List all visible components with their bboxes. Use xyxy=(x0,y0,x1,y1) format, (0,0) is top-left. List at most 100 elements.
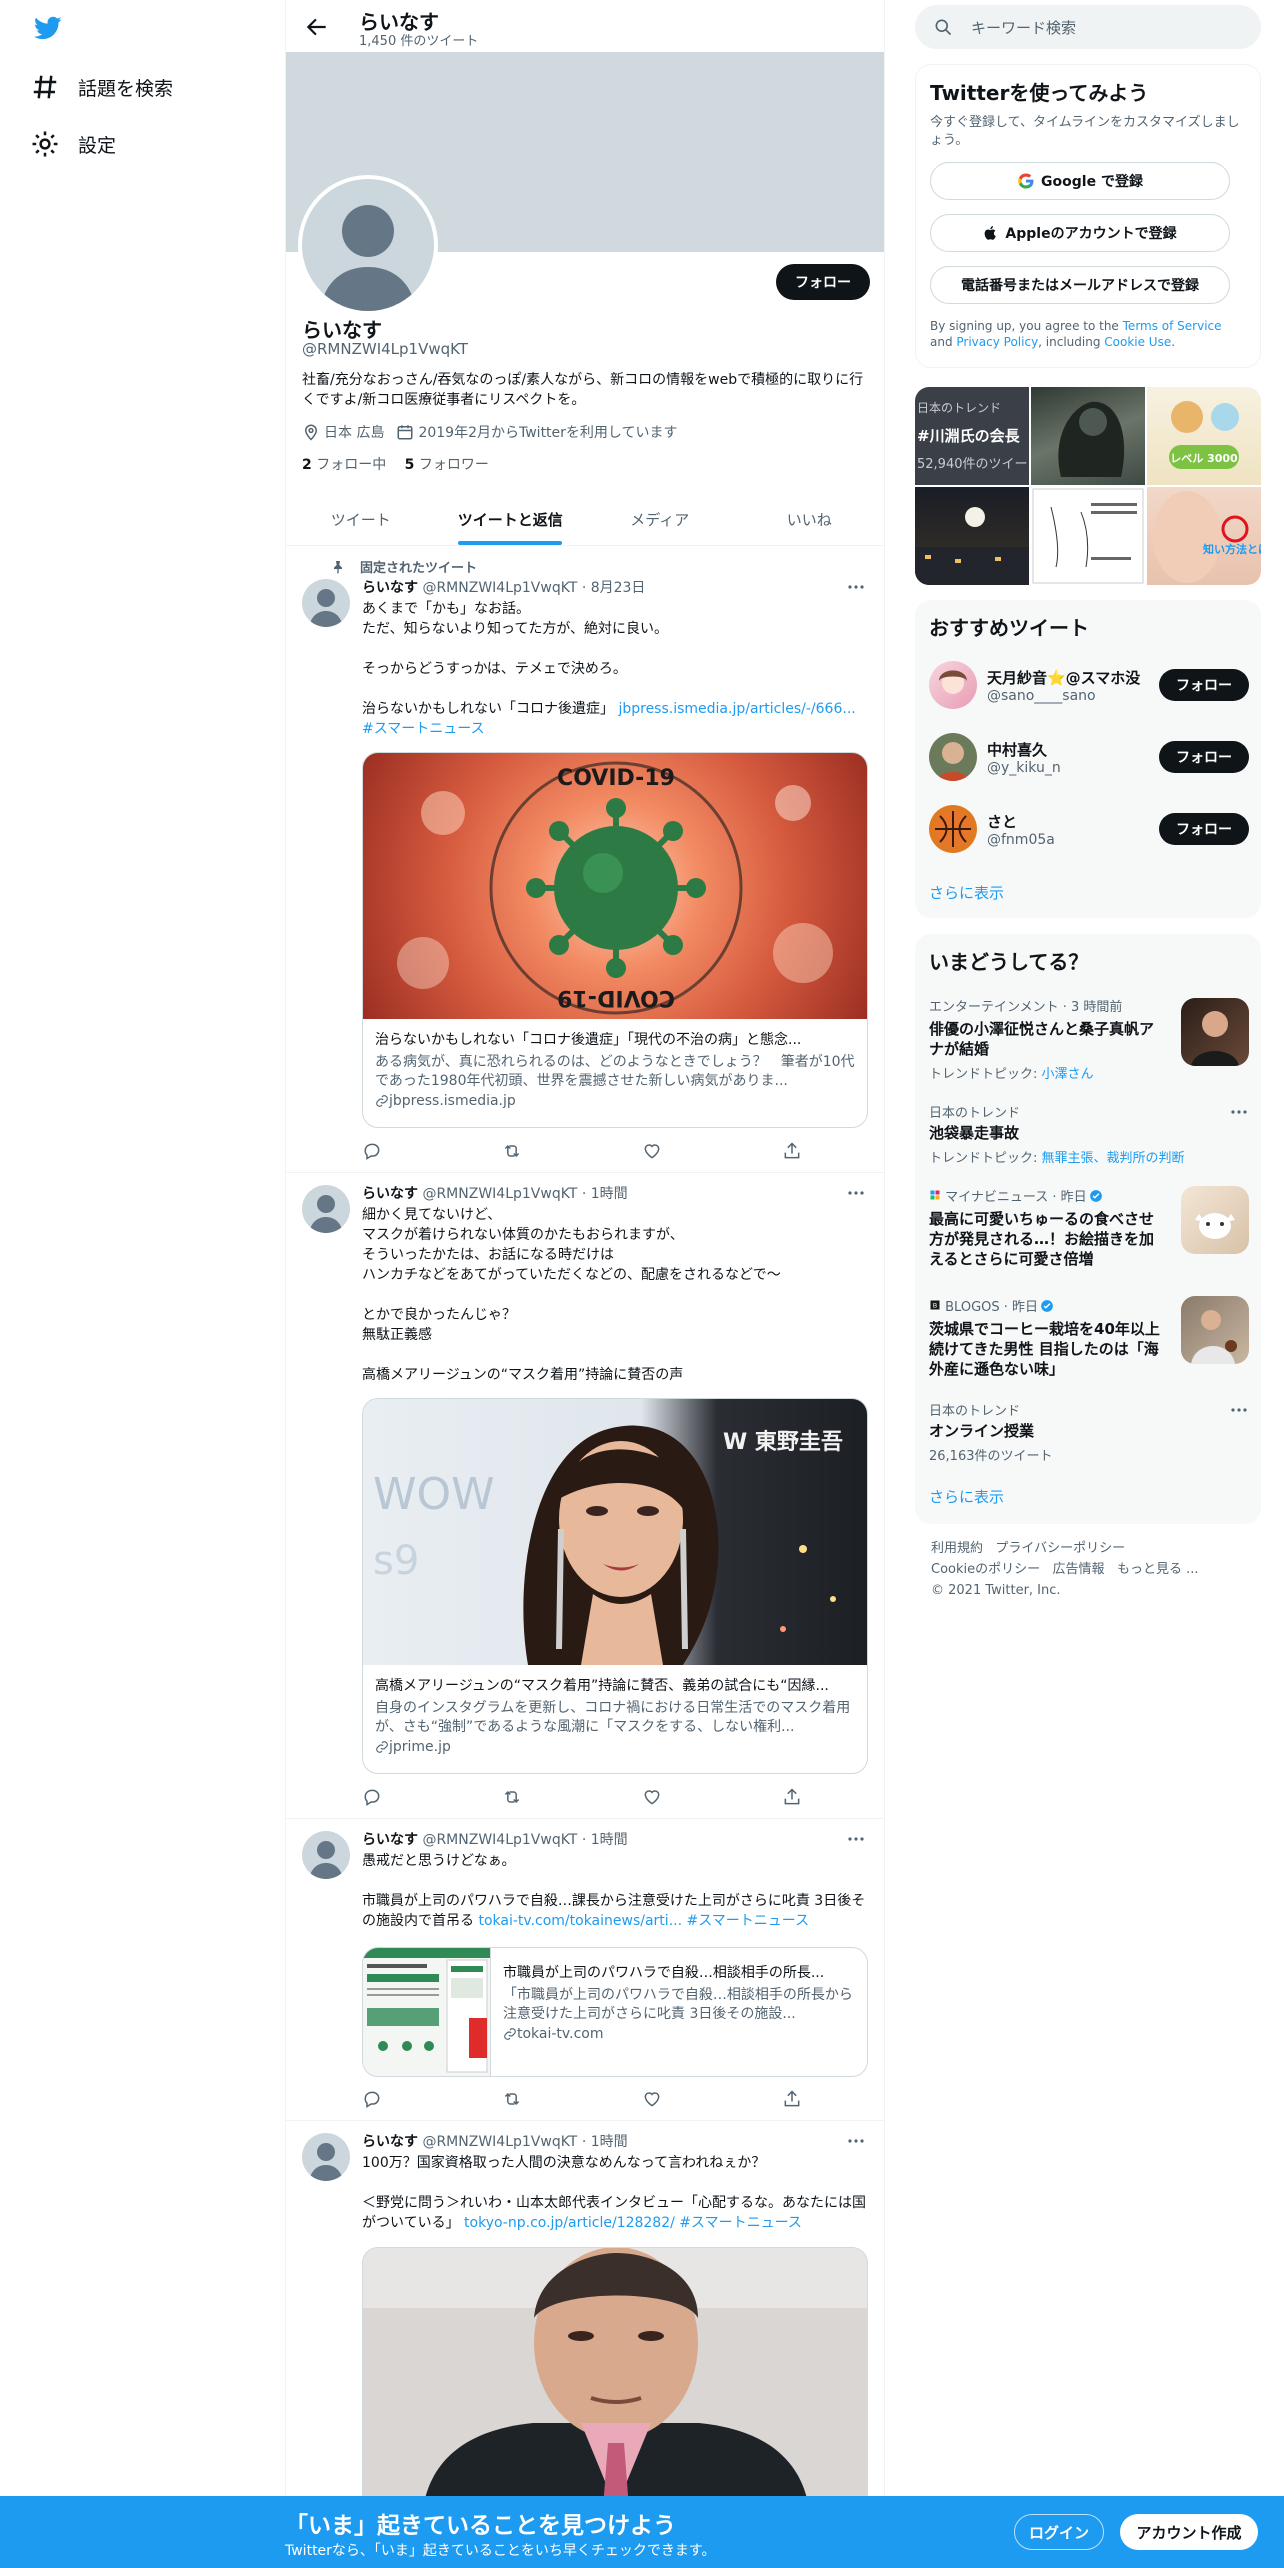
nav-settings[interactable]: 設定 xyxy=(30,124,116,164)
media-tile[interactable]: レベル 3000 xyxy=(1147,387,1261,485)
reply-icon[interactable] xyxy=(362,2089,382,2109)
tweet-header: らいなす @RMNZWI4Lp1VwqKT · 1時間 xyxy=(362,1829,628,1849)
tweet[interactable]: らいなす @RMNZWI4Lp1VwqKT · 1時間 100万？国家資格取った… xyxy=(286,2121,884,2507)
search-input[interactable]: キーワード検索 xyxy=(971,17,1076,38)
tweet-avatar[interactable] xyxy=(302,1831,350,1879)
tweet-time[interactable]: · 8月23日 xyxy=(582,580,646,596)
signup-button[interactable]: アカウント作成 xyxy=(1120,2514,1258,2550)
share-icon[interactable] xyxy=(782,2089,802,2109)
follow-suggestion[interactable]: 中村喜久 @y_kiku_n フォロー xyxy=(929,730,1249,784)
like-icon[interactable] xyxy=(642,1787,662,1807)
footer-privacy[interactable]: プライバシーポリシー xyxy=(995,1541,1125,1556)
tweet-author-name[interactable]: らいなす xyxy=(362,580,418,596)
terms-link[interactable]: Terms of Service xyxy=(1123,319,1222,333)
tab-likes[interactable]: いいね xyxy=(735,494,885,545)
trend-item[interactable]: エンターテインメント · 3 時間前 俳優の小澤征悦さんと桑子真帆アナが結婚 ト… xyxy=(929,996,1249,1086)
tweet-avatar[interactable] xyxy=(302,2133,350,2181)
trend-item[interactable]: B BLOGOS · 昨日 茨城県でコーヒー栽培を40年以上続けてきた男性 目指… xyxy=(929,1296,1249,1392)
follow-button[interactable]: フォロー xyxy=(1159,813,1249,845)
tweet-avatar[interactable] xyxy=(302,579,350,627)
footer-more[interactable]: もっと見る ... xyxy=(1117,1562,1199,1577)
retweet-icon[interactable] xyxy=(502,1787,522,1807)
reply-icon[interactable] xyxy=(362,1141,382,1161)
avatar[interactable] xyxy=(929,661,977,709)
profile-column: らいなす 1,450 件のツイート フォロー らいなす @RMNZWI4Lp1V… xyxy=(285,0,885,2568)
retweet-icon[interactable] xyxy=(502,1141,522,1161)
media-trend-tile[interactable]: 日本のトレンド #川淵氏の会長 52,940件のツイー xyxy=(915,387,1029,485)
share-icon[interactable] xyxy=(782,1787,802,1807)
avatar[interactable] xyxy=(929,733,977,781)
verified-icon xyxy=(1089,1190,1102,1202)
media-tile[interactable] xyxy=(1031,387,1145,485)
link-card[interactable]: 市職員が上司のパワハラで自殺…相談相手の所長... 「市職員が上司のパワハラで自… xyxy=(362,1947,868,2077)
follow-button[interactable]: フォロー xyxy=(1159,741,1249,773)
avatar[interactable] xyxy=(929,805,977,853)
login-button[interactable]: ログイン xyxy=(1014,2514,1104,2550)
more-icon[interactable] xyxy=(846,2131,866,2151)
search-bar[interactable]: キーワード検索 xyxy=(915,5,1261,49)
link-card[interactable]: WOW s9 W 東野圭吾 高橋メアリージュンの“マスク着用”持論に賛否、義弟の… xyxy=(362,1398,868,1774)
privacy-link[interactable]: Privacy Policy xyxy=(956,335,1038,349)
reply-icon[interactable] xyxy=(362,1787,382,1807)
follow-button[interactable]: フォロー xyxy=(1159,669,1249,701)
media-tile[interactable] xyxy=(1031,487,1145,585)
media-tile[interactable]: 知い方法とは xyxy=(1147,487,1261,585)
tweet[interactable]: らいなす @RMNZWI4Lp1VwqKT · 1時間 細かく見てないけど、 マ… xyxy=(286,1173,884,1819)
more-icon[interactable] xyxy=(846,1829,866,1849)
apple-signup-button[interactable]: Appleのアカウントで登録 xyxy=(930,214,1230,252)
trending-media-grid[interactable]: 日本のトレンド #川淵氏の会長 52,940件のツイー レベル 3000 知い方… xyxy=(915,387,1261,585)
tab-tweets-replies[interactable]: ツイートと返信 xyxy=(436,494,586,545)
card-domain: jbpress.ismedia.jp xyxy=(375,1093,855,1109)
back-arrow-icon[interactable] xyxy=(304,14,330,40)
follow-suggestion[interactable]: 天月紗音⭐@スマホ没 @sano____sano フォロー xyxy=(929,658,1249,712)
more-icon[interactable] xyxy=(846,577,866,597)
tab-tweets[interactable]: ツイート xyxy=(286,494,436,545)
tweet-time[interactable]: · 1時間 xyxy=(582,1186,628,1202)
trend-item[interactable]: 日本のトレンド 池袋暴走事故 トレンドトピック: 無罪主張、裁判所の判断 xyxy=(929,1102,1249,1172)
suggestion-name[interactable]: 天月紗音⭐@スマホ没 xyxy=(987,667,1159,688)
footer-terms[interactable]: 利用規約 xyxy=(931,1541,983,1556)
google-signup-button[interactable]: Google で登録 xyxy=(930,162,1230,200)
trend-item[interactable]: 日本のトレンド オンライン授業 26,163件のツイート xyxy=(929,1400,1249,1470)
tweet-time[interactable]: · 1時間 xyxy=(582,2134,628,2150)
followers-link[interactable]: 5 フォロワー xyxy=(405,457,489,473)
like-icon[interactable] xyxy=(642,2089,662,2109)
follow-button[interactable]: フォロー xyxy=(776,264,870,300)
footer-cookie[interactable]: Cookieのポリシー xyxy=(931,1562,1040,1577)
suggestion-name[interactable]: さと xyxy=(987,811,1159,832)
news-source-icon: B xyxy=(930,1300,940,1310)
share-icon[interactable] xyxy=(782,1141,802,1161)
tweet-avatar[interactable] xyxy=(302,1185,350,1233)
tweet-time[interactable]: · 1時間 xyxy=(582,1832,628,1848)
link-icon xyxy=(376,1741,388,1753)
trend-item[interactable]: マイナビニュース · 昨日 最高に可愛いちゅーるの食べさせ方が発見される…！お絵… xyxy=(929,1186,1249,1282)
phone-email-signup-button[interactable]: 電話番号またはメールアドレスで登録 xyxy=(930,266,1230,304)
more-icon[interactable] xyxy=(1229,1102,1249,1122)
cookie-link[interactable]: Cookie Use xyxy=(1104,335,1171,349)
more-icon[interactable] xyxy=(1229,1400,1249,1420)
like-icon[interactable] xyxy=(642,1141,662,1161)
footer-ads[interactable]: 広告情報 xyxy=(1053,1562,1105,1577)
suggestion-name[interactable]: 中村喜久 xyxy=(987,739,1159,760)
link-card[interactable]: COVID-19 COVID-19 治らないかもしれない「コロナ後遺症」「現代の… xyxy=(362,752,868,1128)
show-more-link[interactable]: さらに表示 xyxy=(929,882,1004,903)
nav-explore[interactable]: 話題を検索 xyxy=(30,67,173,107)
twitter-logo-icon[interactable] xyxy=(32,14,64,42)
tweet-link[interactable]: tokai-tv.com/tokainews/arti... #スマートニュース xyxy=(478,1913,809,1929)
media-tile[interactable] xyxy=(915,487,1029,585)
follow-suggestion[interactable]: さと @fnm05a フォロー xyxy=(929,802,1249,856)
tweet-link[interactable]: tokyo-np.co.jp/article/128282/ #スマートニュース xyxy=(464,2215,802,2231)
retweet-icon[interactable] xyxy=(502,2089,522,2109)
card-image[interactable] xyxy=(362,2247,868,2507)
show-more-link[interactable]: さらに表示 xyxy=(929,1486,1004,1507)
tab-media[interactable]: メディア xyxy=(585,494,735,545)
profile-avatar[interactable] xyxy=(298,175,438,315)
link-icon xyxy=(504,2028,516,2040)
tweet[interactable]: 固定されたツイート らいなす @RMNZWI4Lp1VwqKT · 8月23日 … xyxy=(286,547,884,1173)
tweet-author-name[interactable]: らいなす xyxy=(362,2134,418,2150)
tweet-author-name[interactable]: らいなす xyxy=(362,1186,418,1202)
tweet[interactable]: らいなす @RMNZWI4Lp1VwqKT · 1時間 愚戒だと思うけどなぁ。 … xyxy=(286,1819,884,2121)
following-link[interactable]: 2 フォロー中 xyxy=(302,457,386,473)
tweet-author-name[interactable]: らいなす xyxy=(362,1832,418,1848)
more-icon[interactable] xyxy=(846,1183,866,1203)
